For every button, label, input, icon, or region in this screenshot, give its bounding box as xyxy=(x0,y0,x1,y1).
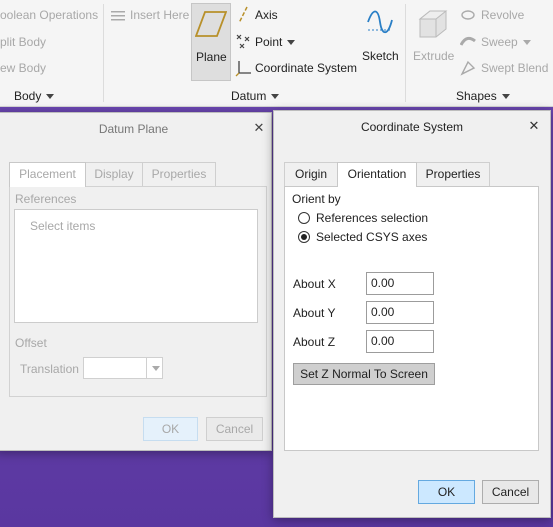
select-items-placeholder: Select items xyxy=(30,219,96,233)
sketch-button[interactable]: Sketch xyxy=(362,49,399,63)
references-list[interactable]: Select items xyxy=(14,209,258,323)
split-body-button[interactable]: plit Body xyxy=(0,35,46,49)
sweep-icon xyxy=(459,35,476,52)
about-x-label: About X xyxy=(293,277,336,291)
about-y-label: About Y xyxy=(293,306,336,320)
set-z-normal-button[interactable]: Set Z Normal To Screen xyxy=(293,363,435,385)
orient-by-label: Orient by xyxy=(292,192,341,206)
coordinate-system-dialog: Coordinate System ✕ Origin Orientation P… xyxy=(273,110,551,518)
ok-button[interactable]: OK xyxy=(143,417,198,441)
group-separator xyxy=(405,4,406,102)
close-icon[interactable]: ✕ xyxy=(527,119,541,133)
chevron-down-icon xyxy=(271,94,280,100)
selected-csys-axes-label[interactable]: Selected CSYS axes xyxy=(316,230,427,244)
new-body-button[interactable]: ew Body xyxy=(0,61,46,75)
chevron-down-icon xyxy=(287,40,296,46)
about-z-input[interactable]: 0.00 xyxy=(366,330,434,353)
translation-label: Translation xyxy=(20,362,79,376)
dialog-title: Coordinate System xyxy=(360,120,464,134)
about-y-input[interactable]: 0.00 xyxy=(366,301,434,324)
point-icon xyxy=(235,34,253,53)
cancel-button[interactable]: Cancel xyxy=(206,417,263,441)
about-x-input[interactable]: 0.00 xyxy=(366,272,434,295)
ribbon: oolean Operations plit Body ew Body Body… xyxy=(0,0,553,107)
coordinate-system-button[interactable]: Coordinate System xyxy=(255,61,357,75)
dialog-title: Datum Plane xyxy=(98,122,169,136)
tab-display[interactable]: Display xyxy=(85,162,143,186)
ok-button[interactable]: OK xyxy=(418,480,475,504)
revolve-button[interactable]: Revolve xyxy=(481,8,524,22)
body-group-label[interactable]: Body xyxy=(14,89,55,103)
extrude-icon xyxy=(416,7,450,44)
tab-properties[interactable]: Properties xyxy=(142,162,216,186)
tab-origin[interactable]: Origin xyxy=(284,162,338,186)
shapes-group-label[interactable]: Shapes xyxy=(456,89,510,103)
orientation-panel: Orient by References selection Selected … xyxy=(284,186,539,451)
references-selection-label[interactable]: References selection xyxy=(316,211,428,225)
axis-button[interactable]: Axis xyxy=(255,8,278,22)
placement-panel: References Select items Offset Translati… xyxy=(9,186,267,397)
plane-label: Plane xyxy=(196,50,227,64)
dropdown-button[interactable] xyxy=(146,358,162,378)
boolean-operations-button[interactable]: oolean Operations xyxy=(0,8,98,22)
plane-icon xyxy=(194,10,228,41)
datum-plane-dialog: Datum Plane ✕ Placement Display Properti… xyxy=(0,112,272,451)
selected-csys-axes-radio[interactable] xyxy=(298,231,310,243)
references-label: References xyxy=(15,192,77,206)
sweep-button[interactable]: Sweep xyxy=(481,35,531,49)
close-icon[interactable]: ✕ xyxy=(252,121,266,135)
chevron-down-icon xyxy=(501,94,510,100)
tab-properties[interactable]: Properties xyxy=(416,162,490,186)
chevron-down-icon xyxy=(152,366,160,371)
insert-here-icon xyxy=(110,9,126,26)
translation-dropdown[interactable] xyxy=(83,357,163,379)
chevron-down-icon xyxy=(46,94,55,100)
tab-orientation[interactable]: Orientation xyxy=(337,162,417,187)
coordinate-system-icon xyxy=(235,59,253,80)
tab-placement[interactable]: Placement xyxy=(9,162,86,187)
point-button[interactable]: Point xyxy=(255,35,296,49)
extrude-button[interactable]: Extrude xyxy=(413,49,454,63)
datum-group-label[interactable]: Datum xyxy=(231,89,280,103)
sketch-icon xyxy=(366,8,394,39)
plane-button[interactable]: Plane xyxy=(191,3,231,81)
offset-label: Offset xyxy=(15,336,47,350)
chevron-down-icon xyxy=(522,40,531,46)
cancel-button[interactable]: Cancel xyxy=(482,480,539,504)
axis-icon xyxy=(236,6,250,27)
group-separator xyxy=(103,4,104,102)
references-selection-radio[interactable] xyxy=(298,212,310,224)
revolve-icon xyxy=(460,8,476,25)
swept-blend-icon xyxy=(460,60,476,79)
swept-blend-button[interactable]: Swept Blend xyxy=(481,61,548,75)
insert-here-button[interactable]: Insert Here xyxy=(130,8,189,22)
about-z-label: About Z xyxy=(293,335,336,349)
